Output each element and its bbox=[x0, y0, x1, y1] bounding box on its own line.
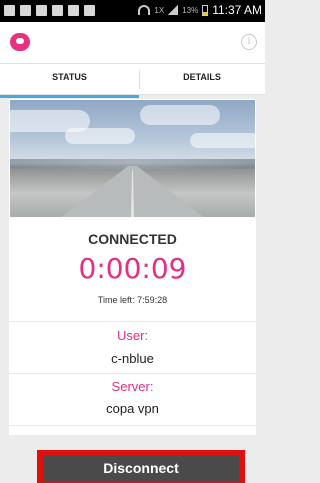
status-card: CONNECTED 0:00:09 Time left: 7:59:28 Use… bbox=[9, 99, 256, 435]
user-value: c-nblue bbox=[111, 351, 154, 366]
notification-icon bbox=[4, 5, 15, 16]
system-status-bar: 1X 13% 11:37 AM bbox=[0, 0, 265, 22]
server-label: Server: bbox=[111, 379, 154, 394]
tab-status[interactable]: STATUS bbox=[0, 64, 139, 98]
info-icon[interactable]: i bbox=[241, 34, 257, 50]
help-icon bbox=[36, 5, 47, 16]
tab-bar: STATUS DETAILS bbox=[0, 63, 265, 98]
tab-details[interactable]: DETAILS bbox=[139, 64, 265, 95]
roaming-indicator: 1X bbox=[154, 5, 165, 15]
email-icon bbox=[84, 5, 95, 16]
divider bbox=[9, 373, 256, 374]
image-icon bbox=[68, 5, 79, 16]
user-label: User: bbox=[116, 328, 149, 343]
vpn-key-icon bbox=[52, 5, 63, 16]
status-indicators: 1X 13% 11:37 AM bbox=[138, 3, 262, 17]
divider bbox=[9, 321, 256, 322]
battery-percent: 13% bbox=[182, 5, 199, 15]
signal-icon bbox=[168, 5, 179, 15]
app-logo-icon bbox=[10, 33, 30, 51]
notification-icons bbox=[4, 5, 95, 16]
connection-status: CONNECTED bbox=[88, 231, 177, 247]
road-landscape-image bbox=[10, 100, 255, 217]
wifi-icon bbox=[138, 5, 151, 15]
app-bar: i bbox=[0, 22, 265, 63]
battery-icon bbox=[202, 4, 209, 16]
warning-icon bbox=[20, 5, 31, 16]
divider bbox=[9, 425, 256, 426]
clock: 11:37 AM bbox=[212, 3, 262, 17]
time-left: Time left: 7:59:28 bbox=[97, 295, 168, 305]
server-value: copa vpn bbox=[106, 401, 159, 416]
elapsed-timer: 0:00:09 bbox=[78, 252, 187, 285]
disconnect-button[interactable]: Disconnect bbox=[43, 455, 239, 481]
